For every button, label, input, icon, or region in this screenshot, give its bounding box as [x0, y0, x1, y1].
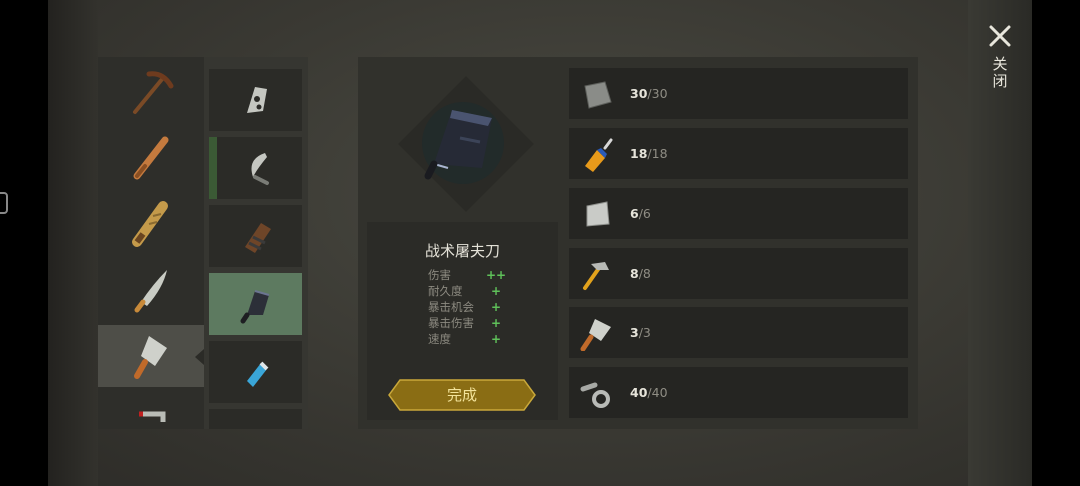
stat-name: 暴击机会 [428, 300, 474, 314]
pipe-wrench-icon [139, 411, 166, 422]
nuts-bolts-icon [580, 382, 610, 408]
craft-done-label: 完成 [446, 386, 477, 404]
pickaxe-icon [133, 71, 174, 114]
requirement-have: 3 [630, 325, 639, 340]
close-button[interactable] [984, 20, 1016, 52]
subitem-partial[interactable] [209, 409, 302, 429]
stat-row: 速度 + [428, 331, 508, 347]
partial-item-icon [233, 417, 279, 429]
subitem-canister[interactable] [209, 341, 302, 403]
blade-icon [246, 87, 267, 113]
stat-value: + [490, 284, 502, 298]
stat-value: ++ [485, 268, 507, 282]
cleaver-icon [580, 319, 611, 351]
subitem-sheath[interactable] [209, 205, 302, 267]
baseball-bat-icon [133, 136, 169, 180]
subitem-tactical-cleaver[interactable] [209, 273, 302, 335]
steel-plate-icon [586, 201, 610, 227]
requirement-need: 18 [651, 146, 668, 161]
requirement-have: 30 [630, 86, 648, 101]
requirement-count: 30/30 [630, 68, 668, 119]
requirement-have: 8 [630, 266, 639, 281]
requirement-count: 8/8 [630, 248, 651, 299]
metal-scrap-icon [584, 81, 612, 109]
subitem-sickle[interactable] [209, 137, 302, 199]
wooden-plank-weapon-icon [132, 201, 168, 247]
category-bat[interactable] [98, 127, 204, 189]
requirement-row: 18/18 [569, 128, 908, 179]
stat-value: + [490, 332, 502, 346]
stat-value: + [490, 300, 502, 314]
close-label[interactable]: 关闭 [990, 56, 1010, 90]
hammer-icon [583, 262, 609, 290]
requirement-need: 8 [642, 266, 651, 281]
stat-value: + [490, 316, 502, 330]
requirement-row: 40/40 [569, 367, 908, 418]
category-cleaver[interactable] [98, 325, 204, 387]
requirement-count: 40/40 [630, 367, 668, 418]
subitem-blade[interactable] [209, 69, 302, 131]
requirement-count: 6/6 [630, 188, 651, 239]
stat-name: 暴击伤害 [428, 316, 474, 330]
left-edge-shadow [48, 0, 98, 486]
requirement-need: 6 [642, 206, 651, 221]
close-icon [989, 25, 1011, 47]
requirement-count: 18/18 [630, 128, 668, 179]
stat-list: 伤害 ++ 耐久度 + 暴击机会 + 暴击伤害 + 速度 + [428, 267, 508, 347]
stat-row: 暴击机会 + [428, 299, 508, 315]
requirement-count: 3/3 [630, 307, 651, 358]
category-plank[interactable] [98, 193, 204, 255]
stat-row: 暴击伤害 + [428, 315, 508, 331]
subitem-list[interactable] [204, 57, 308, 429]
tactical-cleaver-icon [424, 110, 492, 180]
stat-row: 伤害 ++ [428, 267, 508, 283]
stat-name: 速度 [428, 332, 451, 346]
tactical-cleaver-icon [240, 290, 269, 324]
camera-notch [0, 192, 8, 214]
sickle-icon [251, 153, 269, 185]
machete-icon [134, 270, 167, 313]
cleaver-icon [134, 336, 167, 379]
requirement-need: 30 [651, 86, 668, 101]
requirement-row: 6/6 [569, 188, 908, 239]
requirement-have: 18 [630, 146, 648, 161]
category-list[interactable] [98, 57, 204, 429]
stat-row: 耐久度 + [428, 283, 508, 299]
requirement-have: 6 [630, 206, 639, 221]
stat-name: 伤害 [428, 268, 451, 282]
craft-done-button[interactable]: 完成 [388, 379, 536, 411]
item-name: 战术屠夫刀 [424, 242, 500, 260]
requirement-row: 3/3 [569, 307, 908, 358]
requirement-row: 8/8 [569, 248, 908, 299]
requirement-need: 3 [642, 325, 651, 340]
requirement-need: 40 [651, 385, 668, 400]
stat-name: 耐久度 [428, 284, 463, 298]
wooden-sheath-icon [244, 223, 271, 253]
blue-canister-icon [246, 361, 268, 387]
requirement-have: 40 [630, 385, 648, 400]
glue-bottle-icon [585, 138, 613, 172]
category-machete[interactable] [98, 259, 204, 321]
requirement-row: 30/30 [569, 68, 908, 119]
category-pickaxe[interactable] [98, 61, 204, 123]
category-wrench[interactable] [98, 391, 204, 429]
